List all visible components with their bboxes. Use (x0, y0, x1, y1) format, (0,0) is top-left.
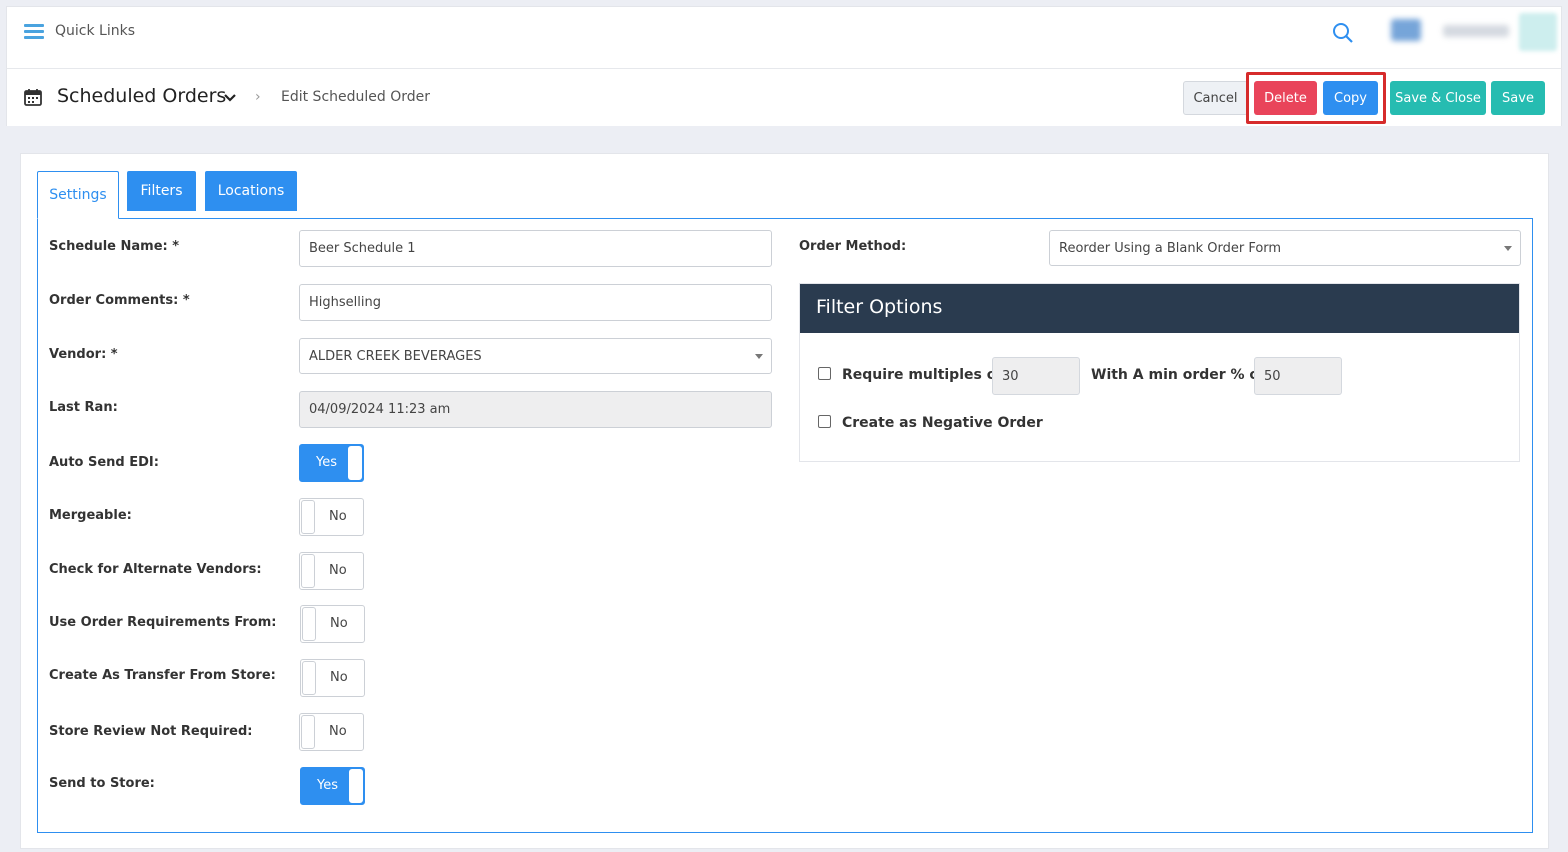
check-alt-vendors-label: Check for Alternate Vendors: (49, 562, 262, 577)
save-button[interactable]: Save (1491, 81, 1545, 115)
save-close-button[interactable]: Save & Close (1390, 81, 1486, 115)
order-comments-input[interactable]: Highselling (299, 284, 772, 321)
main-card: Settings Filters Locations Schedule Name… (20, 153, 1549, 849)
toggle-label: No (329, 724, 347, 739)
vendor-select[interactable]: ALDER CREEK BEVERAGES (299, 338, 772, 374)
breadcrumb-separator: › (255, 89, 261, 105)
min-order-value: 50 (1264, 368, 1281, 384)
toggle-knob (302, 661, 316, 695)
delete-button[interactable]: Delete (1254, 81, 1317, 115)
menu-icon[interactable] (24, 24, 44, 40)
toggle-label: No (330, 670, 348, 685)
negative-order-checkbox[interactable] (818, 415, 831, 428)
page-title: Scheduled Orders (57, 85, 227, 107)
toggle-label: No (330, 616, 348, 631)
auto-send-edi-toggle[interactable]: Yes (299, 444, 364, 482)
create-transfer-toggle[interactable]: No (300, 659, 365, 697)
store-review-toggle[interactable]: No (299, 713, 364, 751)
company-logo (1391, 19, 1421, 41)
min-order-input[interactable]: 50 (1254, 357, 1342, 395)
chevron-down-icon (755, 354, 763, 359)
toggle-label: No (329, 509, 347, 524)
toggle-knob (301, 554, 315, 588)
toggle-knob (301, 500, 315, 534)
vendor-value: ALDER CREEK BEVERAGES (309, 348, 482, 364)
require-multiples-value: 30 (1002, 368, 1019, 384)
page-header: Scheduled Orders › Edit Scheduled Order … (6, 68, 1562, 126)
order-method-select[interactable]: Reorder Using a Blank Order Form (1049, 230, 1521, 266)
toggle-knob (302, 607, 316, 641)
copy-button[interactable]: Copy (1323, 81, 1378, 115)
avatar[interactable] (1519, 13, 1557, 51)
toggle-label: Yes (316, 455, 337, 470)
toggle-knob (348, 446, 362, 480)
check-alt-vendors-toggle[interactable]: No (299, 552, 364, 590)
tab-locations[interactable]: Locations (205, 171, 297, 211)
store-review-label: Store Review Not Required: (49, 724, 253, 739)
min-order-label: With A min order % of (1091, 367, 1266, 383)
mergeable-label: Mergeable: (49, 508, 132, 523)
send-to-store-label: Send to Store: (49, 776, 155, 791)
use-order-requirements-label: Use Order Requirements From: (49, 615, 277, 630)
tab-settings[interactable]: Settings (37, 171, 119, 219)
cancel-button[interactable]: Cancel (1183, 81, 1248, 115)
require-multiples-label: Require multiples of (842, 367, 1003, 383)
mergeable-toggle[interactable]: No (299, 498, 364, 536)
create-transfer-label: Create As Transfer From Store: (49, 668, 276, 683)
schedule-name-label: Schedule Name: * (49, 239, 180, 254)
require-multiples-checkbox[interactable] (818, 367, 831, 380)
quick-links-link[interactable]: Quick Links (55, 23, 135, 39)
toggle-knob (301, 715, 315, 749)
tab-filters[interactable]: Filters (127, 171, 196, 211)
vendor-label: Vendor: * (49, 347, 118, 362)
order-comments-value: Highselling (309, 295, 381, 310)
search-icon[interactable] (1332, 22, 1354, 44)
toggle-label: Yes (317, 778, 338, 793)
schedule-name-input[interactable]: Beer Schedule 1 (299, 230, 772, 267)
calendar-icon (24, 89, 42, 106)
chevron-down-icon[interactable] (223, 91, 237, 105)
last-ran-label: Last Ran: (49, 400, 118, 415)
last-ran-value: 04/09/2024 11:23 am (309, 402, 451, 417)
schedule-name-value: Beer Schedule 1 (309, 241, 416, 256)
use-order-requirements-toggle[interactable]: No (300, 605, 365, 643)
breadcrumb: Edit Scheduled Order (281, 89, 431, 105)
last-ran-field: 04/09/2024 11:23 am (299, 391, 772, 428)
toggle-knob (349, 769, 363, 803)
chevron-down-icon (1504, 246, 1512, 251)
require-multiples-input[interactable]: 30 (992, 357, 1080, 395)
send-to-store-toggle[interactable]: Yes (300, 767, 365, 805)
order-method-label: Order Method: (799, 239, 907, 254)
filter-options-title: Filter Options (800, 284, 1519, 333)
order-comments-label: Order Comments: * (49, 293, 190, 308)
top-bar: Quick Links (6, 6, 1562, 68)
toggle-label: No (329, 563, 347, 578)
negative-order-label: Create as Negative Order (842, 415, 1043, 431)
auto-send-edi-label: Auto Send EDI: (49, 455, 159, 470)
order-method-value: Reorder Using a Blank Order Form (1059, 240, 1282, 256)
filter-options-panel: Filter Options Require multiples of 30 W… (799, 283, 1520, 462)
user-name[interactable] (1443, 25, 1509, 37)
